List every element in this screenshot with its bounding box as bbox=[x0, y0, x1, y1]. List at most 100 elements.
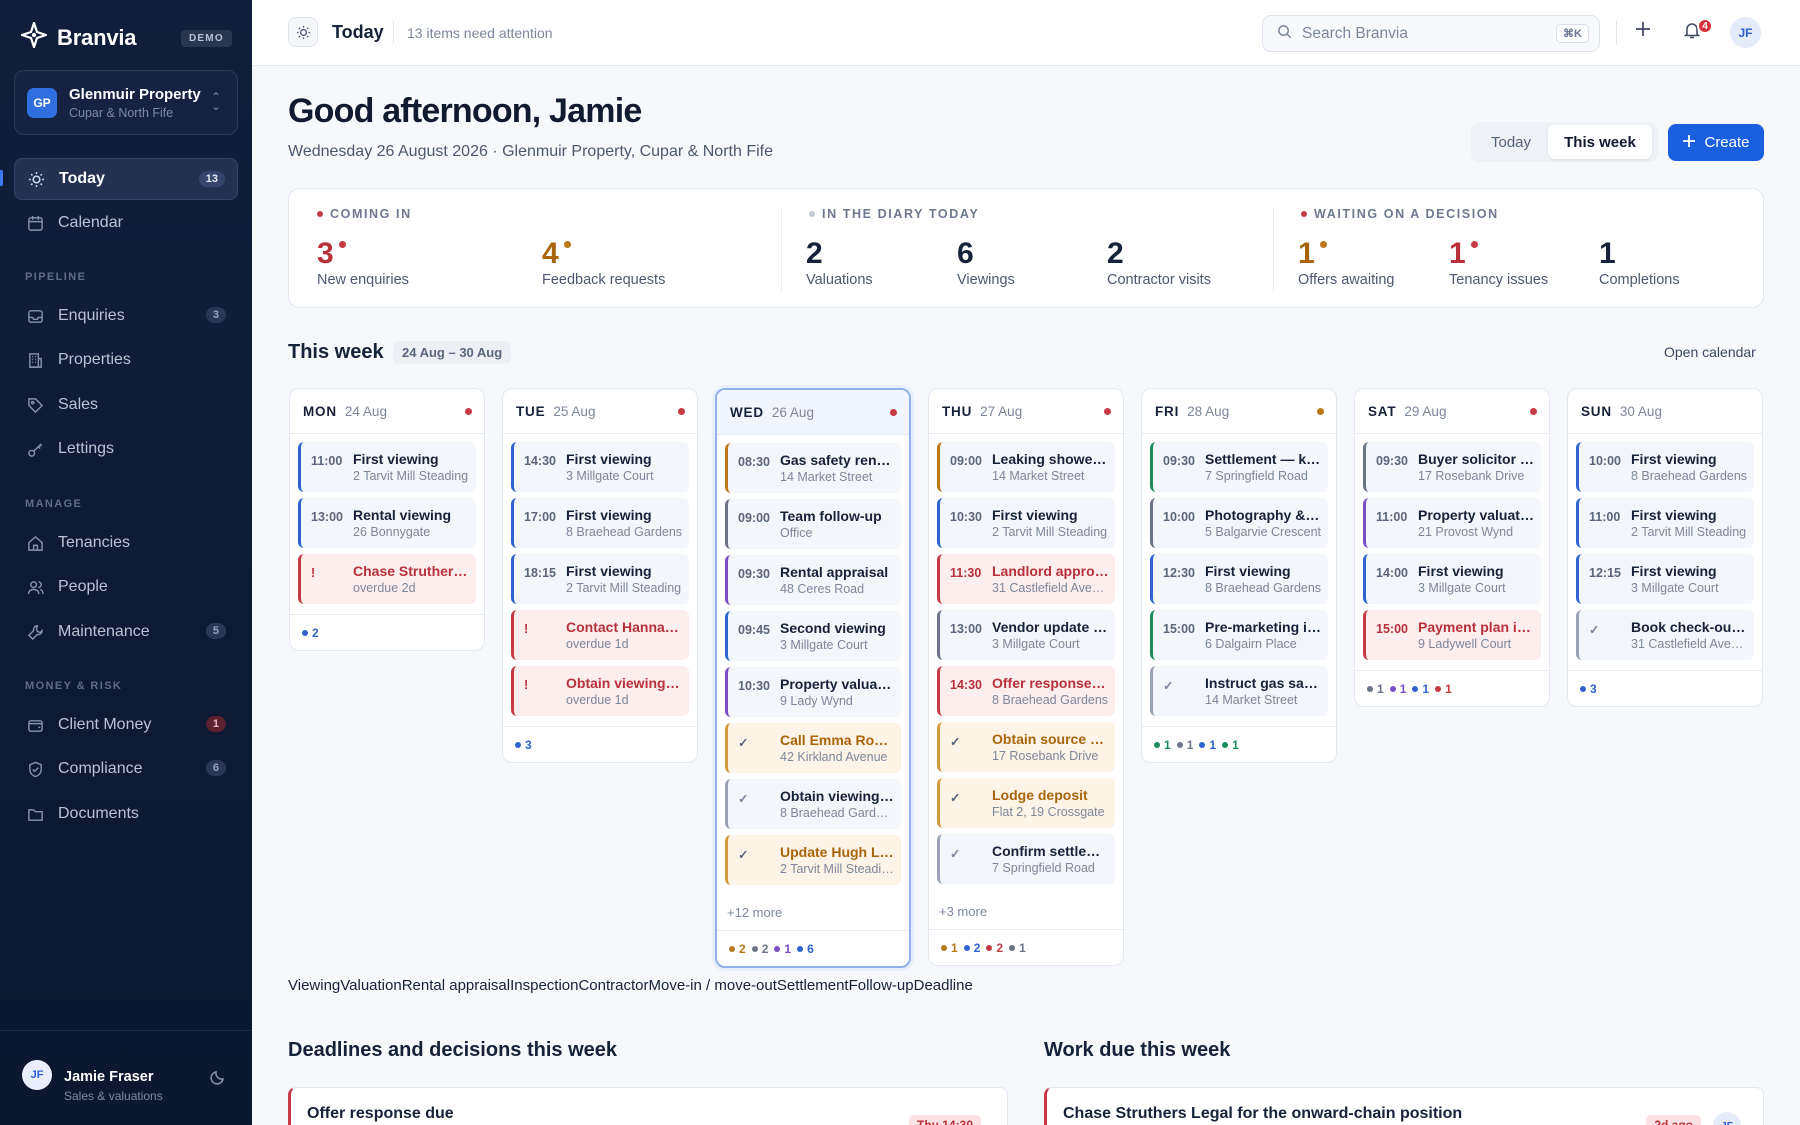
sidebar-item-calendar[interactable]: Calendar bbox=[14, 202, 238, 244]
event-title: Landlord approval bbox=[992, 563, 1115, 579]
calendar-event[interactable]: 09:30 Buyer solicitor call 17 Rosebank Dri… bbox=[1363, 442, 1541, 492]
calendar-event[interactable]: 08:30 Gas safety renewal 14 Market Street bbox=[725, 443, 901, 493]
sidebar-item-people[interactable]: People bbox=[14, 566, 238, 608]
calendar-event[interactable]: 10:30 First viewing 2 Tarvit Mill Steading bbox=[937, 498, 1115, 548]
calendar-event[interactable]: ✓ Obtain viewing feedback 8 Braehead Garde… bbox=[725, 779, 901, 829]
plus-icon[interactable] bbox=[1634, 20, 1652, 43]
toggle-today[interactable]: Today bbox=[1474, 125, 1548, 159]
calendar-event[interactable]: ✓ Update Hugh Lindsay 2 Tarvit Mill Steadi… bbox=[725, 835, 901, 885]
type-dot bbox=[1435, 685, 1442, 692]
event-title: Chase Struthers Legal bbox=[353, 563, 476, 579]
calendar-event[interactable]: ! Chase Struthers Legal overdue 2d bbox=[298, 554, 476, 604]
count-badge: 13 bbox=[198, 171, 225, 187]
event-title: First viewing bbox=[566, 451, 652, 467]
stat-completions[interactable]: 1 Completions bbox=[1599, 237, 1680, 288]
stat-viewings[interactable]: 6 Viewings bbox=[957, 237, 1015, 288]
user-profile[interactable]: JF Jamie Fraser Sales & valuations bbox=[0, 1030, 252, 1125]
stat-contractor-visits[interactable]: 2 Contractor visits bbox=[1107, 237, 1211, 288]
day-header[interactable]: TUE 25 Aug bbox=[503, 389, 697, 434]
event-list: 09:30 Buyer solicitor call 17 Rosebank Dri… bbox=[1355, 434, 1549, 670]
stat-valuations[interactable]: 2 Valuations bbox=[806, 237, 873, 288]
stat-tenancy-issues[interactable]: 1 Tenancy issues bbox=[1449, 237, 1548, 288]
type-count-value: 1 bbox=[1399, 681, 1407, 696]
day-header[interactable]: MON 24 Aug bbox=[290, 389, 484, 434]
sidebar-item-enquiries[interactable]: Enquiries 3 bbox=[14, 295, 238, 337]
stat-new-enquiries[interactable]: 3 New enquiries bbox=[317, 237, 409, 288]
calendar-event[interactable]: 10:30 Property valuation 9 Lady Wynd bbox=[725, 667, 901, 717]
create-button[interactable]: Create bbox=[1668, 124, 1764, 161]
day-header[interactable]: THU 27 Aug bbox=[929, 389, 1123, 434]
calendar-event[interactable]: 12:30 First viewing 8 Braehead Gardens bbox=[1150, 554, 1328, 604]
calendar-event[interactable]: 17:00 First viewing 8 Braehead Gardens bbox=[511, 498, 689, 548]
calendar-event[interactable]: 10:00 First viewing 8 Braehead Gardens bbox=[1576, 442, 1754, 492]
sidebar-item-today[interactable]: Today 13 bbox=[14, 158, 238, 200]
brand[interactable]: Branvia bbox=[20, 21, 137, 53]
calendar-event[interactable]: 10:00 Photography & floorplan 5 Balgarvie … bbox=[1150, 498, 1328, 548]
more-events-link[interactable]: +12 more bbox=[717, 895, 909, 930]
calendar-event[interactable]: 14:30 Offer response due 8 Braehead Garden… bbox=[937, 666, 1115, 716]
work-card[interactable]: Chase Struthers Legal for the onward-cha… bbox=[1044, 1087, 1764, 1125]
wrench-icon bbox=[26, 623, 44, 641]
more-events-link[interactable]: +3 more bbox=[929, 894, 1123, 929]
sidebar-item-documents[interactable]: Documents bbox=[14, 793, 238, 835]
day-header[interactable]: SUN 30 Aug bbox=[1568, 389, 1762, 434]
stat-feedback-requests[interactable]: 4 Feedback requests bbox=[542, 237, 665, 288]
brand-name: Branvia bbox=[57, 24, 137, 50]
day-header[interactable]: WED 26 Aug bbox=[717, 390, 909, 435]
calendar-event[interactable]: 14:00 First viewing 3 Millgate Court bbox=[1363, 554, 1541, 604]
event-title: Instruct gas safety bbox=[1205, 675, 1328, 691]
sun-icon[interactable] bbox=[288, 17, 318, 47]
open-calendar-link[interactable]: Open calendar bbox=[1664, 344, 1756, 360]
calendar-event[interactable]: 11:00 Property valuation 21 Provost Wynd bbox=[1363, 498, 1541, 548]
calendar-event[interactable]: ! Obtain viewing feedback overdue 1d bbox=[511, 666, 689, 716]
event-title: Rental viewing bbox=[353, 507, 452, 523]
stat-offers-awaiting[interactable]: 1 Offers awaiting bbox=[1298, 237, 1394, 288]
calendar-event[interactable]: ✓ Confirm settlement 7 Springfield Road bbox=[937, 834, 1115, 884]
event-list: 09:30 Settlement — keys 7 Springfield Road… bbox=[1142, 434, 1336, 726]
calendar-event[interactable]: 13:00 Vendor update call 3 Millgate Court bbox=[937, 610, 1115, 660]
sidebar-item-lettings[interactable]: Lettings bbox=[14, 428, 238, 470]
calendar-event[interactable]: ✓ Obtain source of funds 17 Rosebank Drive bbox=[937, 722, 1115, 772]
sidebar-item-compliance[interactable]: Compliance 6 bbox=[14, 748, 238, 790]
calendar-event[interactable]: ✓ Book check-out inspection 31 Castlefield… bbox=[1576, 610, 1754, 660]
search-input[interactable]: Search Branvia ⌘K bbox=[1262, 15, 1600, 52]
toggle-this-week[interactable]: This week bbox=[1548, 125, 1652, 159]
sidebar-item-properties[interactable]: Properties bbox=[14, 339, 238, 381]
calendar-event[interactable]: 09:00 Leaking shower repair 14 Market Stre… bbox=[937, 442, 1115, 492]
sidebar-item-maintenance[interactable]: Maintenance 5 bbox=[14, 611, 238, 653]
event-location: Flat 2, 19 Crossgate bbox=[992, 805, 1105, 819]
moon-icon[interactable] bbox=[210, 1069, 226, 1090]
day-header[interactable]: SAT 29 Aug bbox=[1355, 389, 1549, 434]
sidebar-item-client-money[interactable]: Client Money 1 bbox=[14, 704, 238, 746]
calendar-event[interactable]: 18:15 First viewing 2 Tarvit Mill Steading bbox=[511, 554, 689, 604]
org-region: Cupar & North Fife bbox=[69, 105, 174, 120]
calendar-event[interactable]: 09:00 Team follow-up Office bbox=[725, 499, 901, 549]
event-location: 26 Bonnygate bbox=[353, 525, 431, 539]
calendar-event[interactable]: 09:45 Second viewing 3 Millgate Court bbox=[725, 611, 901, 661]
deadline-card[interactable]: Offer response due Thu 14:30 bbox=[288, 1087, 1008, 1125]
type-count: 2 bbox=[302, 626, 319, 640]
calendar-event[interactable]: 13:00 Rental viewing 26 Bonnygate bbox=[298, 498, 476, 548]
calendar-event[interactable]: 11:00 First viewing 2 Tarvit Mill Steading bbox=[1576, 498, 1754, 548]
day-header[interactable]: FRI 28 Aug bbox=[1142, 389, 1336, 434]
event-time: 13:00 bbox=[311, 510, 343, 524]
calendar-event[interactable]: ✓ Lodge deposit Flat 2, 19 Crossgate bbox=[937, 778, 1115, 828]
sidebar-item-sales[interactable]: Sales bbox=[14, 384, 238, 426]
calendar-event[interactable]: ! Contact Hannah Reid overdue 1d bbox=[511, 610, 689, 660]
avatar[interactable]: JF bbox=[1730, 17, 1761, 48]
calendar-event[interactable]: 09:30 Rental appraisal 48 Ceres Road bbox=[725, 555, 901, 605]
calendar-event[interactable]: ✓ Call Emma Robertson 42 Kirkland Avenue bbox=[725, 723, 901, 773]
wallet-icon bbox=[26, 716, 44, 734]
event-time: 09:45 bbox=[738, 623, 770, 637]
calendar-event[interactable]: 14:30 First viewing 3 Millgate Court bbox=[511, 442, 689, 492]
calendar-event[interactable]: 15:00 Pre-marketing inspection 6 Dalgairn … bbox=[1150, 610, 1328, 660]
calendar-event[interactable]: 11:00 First viewing 2 Tarvit Mill Steading bbox=[298, 442, 476, 492]
org-switcher[interactable]: GP Glenmuir Property Cupar & North Fife … bbox=[14, 70, 238, 135]
calendar-event[interactable]: ✓ Instruct gas safety 14 Market Street bbox=[1150, 666, 1328, 716]
calendar-event[interactable]: 11:30 Landlord approval 31 Castlefield Ave… bbox=[937, 554, 1115, 604]
calendar-event[interactable]: 15:00 Payment plan in arrears 9 Ladywell C… bbox=[1363, 610, 1541, 660]
event-time: 15:00 bbox=[1163, 622, 1195, 636]
sidebar-item-tenancies[interactable]: Tenancies bbox=[14, 522, 238, 564]
calendar-event[interactable]: 12:15 First viewing 3 Millgate Court bbox=[1576, 554, 1754, 604]
calendar-event[interactable]: 09:30 Settlement — keys 7 Springfield Road bbox=[1150, 442, 1328, 492]
